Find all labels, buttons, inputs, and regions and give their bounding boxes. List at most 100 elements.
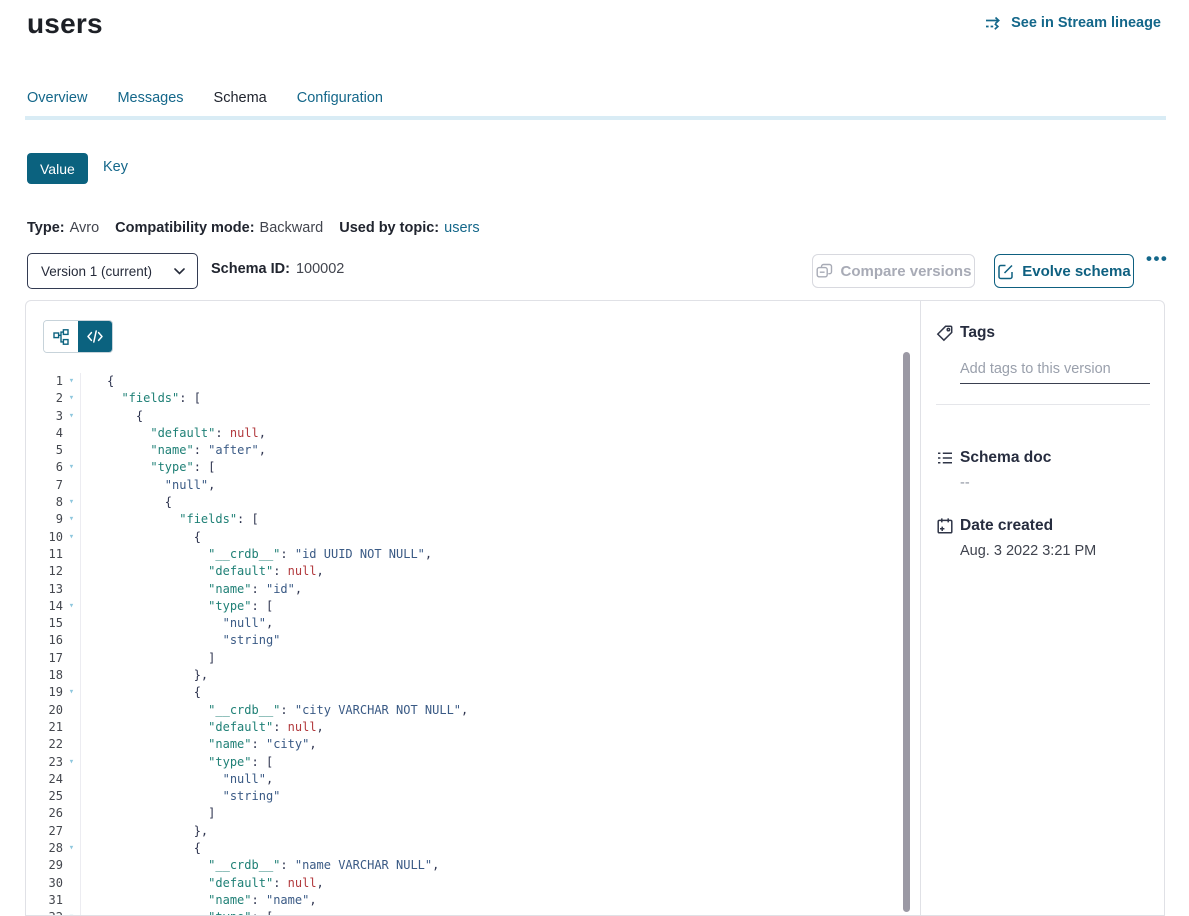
schema-id-label: Schema ID: — [211, 261, 290, 277]
code-line: 11 "__crdb__": "id UUID NOT NULL", — [26, 546, 920, 563]
line-number: 18 — [49, 667, 63, 684]
used-by-topic-label: Used by topic: — [339, 220, 439, 236]
fold-spacer — [63, 702, 80, 719]
fold-spacer — [63, 650, 80, 667]
fold-toggle-icon[interactable]: ▾ — [63, 840, 80, 857]
fold-toggle-icon[interactable]: ▾ — [63, 390, 80, 407]
fold-spacer — [63, 857, 80, 874]
edit-icon — [997, 263, 1014, 280]
code-line: 27 }, — [26, 823, 920, 840]
line-number: 1 — [56, 373, 63, 390]
tab-overview[interactable]: Overview — [27, 89, 87, 108]
code-line: 5 "name": "after", — [26, 442, 920, 459]
code-line: 9▾ "fields": [ — [26, 511, 920, 528]
code-scrollbar-thumb[interactable] — [903, 352, 910, 912]
compare-versions-button[interactable]: Compare versions — [812, 254, 975, 288]
tab-configuration[interactable]: Configuration — [297, 89, 383, 108]
fold-toggle-icon[interactable]: ▾ — [63, 909, 80, 916]
tab-underline-track — [25, 116, 1166, 120]
line-number: 20 — [49, 702, 63, 719]
schema-doc-icon — [936, 449, 954, 472]
fold-toggle-icon[interactable]: ▾ — [63, 529, 80, 546]
line-number: 10 — [49, 529, 63, 546]
evolve-schema-button[interactable]: Evolve schema — [994, 254, 1134, 288]
code-line: 23▾ "type": [ — [26, 754, 920, 771]
line-number: 21 — [49, 719, 63, 736]
stream-lineage-label: See in Stream lineage — [1011, 15, 1161, 31]
code-line: 20 "__crdb__": "city VARCHAR NOT NULL", — [26, 702, 920, 719]
fold-spacer — [63, 736, 80, 753]
code-line: 1▾{ — [26, 373, 920, 390]
type-label: Type: — [27, 220, 65, 236]
type-value: Avro — [70, 220, 100, 236]
line-number: 31 — [49, 892, 63, 909]
line-number: 23 — [49, 754, 63, 771]
fold-spacer — [63, 719, 80, 736]
fold-toggle-icon[interactable]: ▾ — [63, 598, 80, 615]
fold-spacer — [63, 581, 80, 598]
code-line: 30 "default": null, — [26, 875, 920, 892]
stream-lineage-icon — [985, 16, 1004, 31]
fold-toggle-icon[interactable]: ▾ — [63, 494, 80, 511]
sidebar-divider — [936, 404, 1150, 405]
topic-link[interactable]: users — [444, 220, 479, 236]
value-toggle-button[interactable]: Value — [27, 153, 88, 184]
stream-lineage-link[interactable]: See in Stream lineage — [985, 15, 1161, 31]
fold-spacer — [63, 875, 80, 892]
code-view-button[interactable] — [78, 321, 112, 352]
code-line: 7 "null", — [26, 477, 920, 494]
chevron-down-icon — [174, 268, 185, 275]
code-line: 29 "__crdb__": "name VARCHAR NULL", — [26, 857, 920, 874]
tab-bar: Overview Messages Schema Configuration — [27, 89, 383, 108]
compare-versions-label: Compare versions — [841, 263, 972, 280]
line-number: 29 — [49, 857, 63, 874]
line-number: 3 — [56, 408, 63, 425]
code-line: 6▾ "type": [ — [26, 459, 920, 476]
schema-doc-value: -- — [960, 475, 970, 491]
fold-spacer — [63, 788, 80, 805]
compatibility-label: Compatibility mode: — [115, 220, 254, 236]
compare-icon — [816, 263, 833, 279]
date-created-heading: Date created — [960, 517, 1053, 535]
tag-icon — [936, 324, 954, 347]
line-number: 13 — [49, 581, 63, 598]
code-lines[interactable]: 1▾{2▾ "fields": [3▾ {4 "default": null,5… — [26, 373, 920, 916]
fold-toggle-icon[interactable]: ▾ — [63, 511, 80, 528]
date-created-value: Aug. 3 2022 3:21 PM — [960, 543, 1096, 559]
line-number: 28 — [49, 840, 63, 857]
fold-toggle-icon[interactable]: ▾ — [63, 684, 80, 701]
tags-input[interactable] — [960, 354, 1150, 384]
version-dropdown-value: Version 1 (current) — [41, 264, 152, 279]
schema-code-region: 1▾{2▾ "fields": [3▾ {4 "default": null,5… — [26, 301, 921, 915]
line-number: 6 — [56, 459, 63, 476]
fold-spacer — [63, 823, 80, 840]
key-toggle-button[interactable]: Key — [103, 159, 128, 175]
code-line: 18 }, — [26, 667, 920, 684]
fold-spacer — [63, 546, 80, 563]
tree-view-button[interactable] — [44, 321, 78, 352]
code-line: 10▾ { — [26, 529, 920, 546]
tab-messages[interactable]: Messages — [117, 89, 183, 108]
fold-spacer — [63, 615, 80, 632]
schema-id-value: 100002 — [296, 261, 344, 277]
line-number: 11 — [49, 546, 63, 563]
page-title: users — [27, 8, 103, 40]
fold-toggle-icon[interactable]: ▾ — [63, 459, 80, 476]
code-view-icon — [87, 330, 103, 343]
code-line: 28▾ { — [26, 840, 920, 857]
line-number: 16 — [49, 632, 63, 649]
line-number: 14 — [49, 598, 63, 615]
fold-spacer — [63, 563, 80, 580]
fold-toggle-icon[interactable]: ▾ — [63, 754, 80, 771]
line-number: 12 — [49, 563, 63, 580]
calendar-plus-icon — [936, 517, 954, 540]
code-line: 21 "default": null, — [26, 719, 920, 736]
code-line: 31 "name": "name", — [26, 892, 920, 909]
schema-page: users See in Stream lineage Overview Mes… — [0, 0, 1189, 916]
tab-schema[interactable]: Schema — [214, 89, 267, 108]
fold-toggle-icon[interactable]: ▾ — [63, 373, 80, 390]
more-options-button[interactable]: ••• — [1146, 249, 1168, 269]
version-dropdown[interactable]: Version 1 (current) — [27, 253, 198, 289]
fold-toggle-icon[interactable]: ▾ — [63, 408, 80, 425]
fold-spacer — [63, 632, 80, 649]
